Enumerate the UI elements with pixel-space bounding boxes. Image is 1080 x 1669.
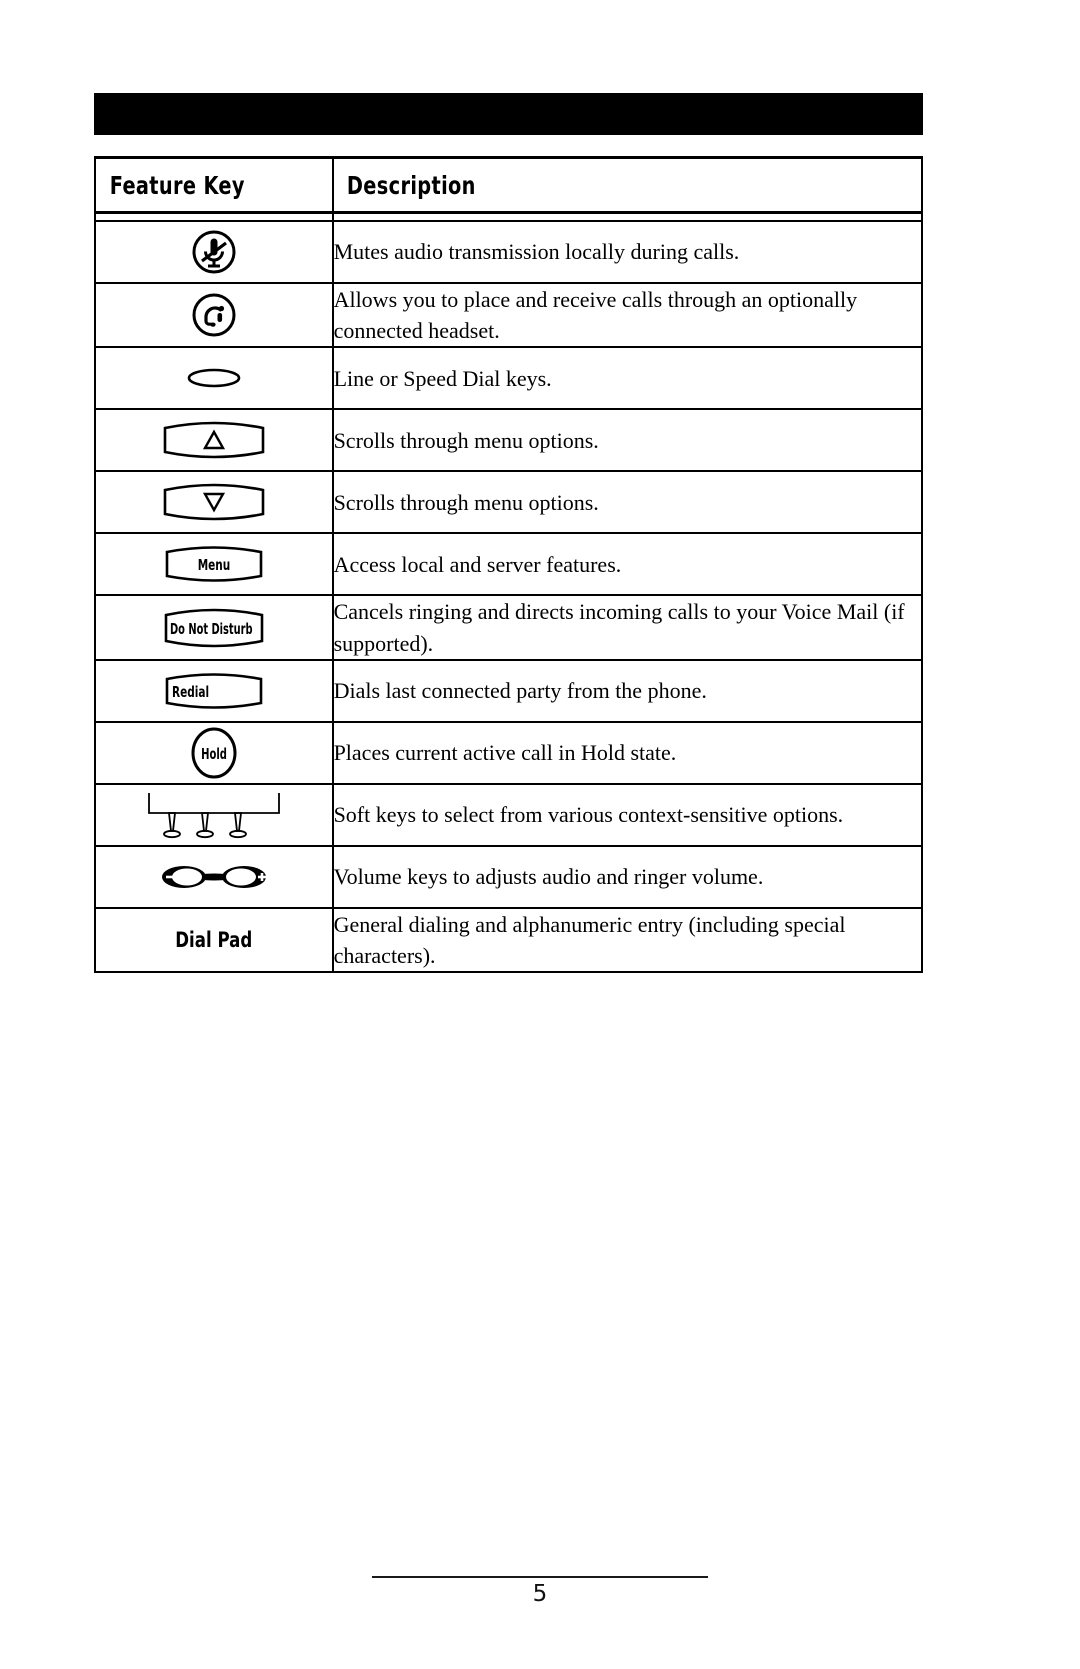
- description-cell: Access local and server features.: [331, 532, 924, 597]
- headset-icon: [96, 291, 332, 339]
- table-row: Menu Access local and server features.: [94, 532, 924, 597]
- table-row: Dial Pad General dialing and alphanumeri…: [94, 906, 924, 974]
- description-cell: Scrolls through menu options.: [331, 470, 924, 535]
- table-row: Scrolls through menu options.: [94, 408, 924, 473]
- description-cell: Line or Speed Dial keys.: [331, 346, 924, 411]
- feature-key-cell: Menu: [94, 532, 334, 597]
- description-cell: Allows you to place and receive calls th…: [331, 281, 924, 349]
- description-cell: Soft keys to select from various context…: [331, 782, 924, 847]
- chapter-header-bar: [94, 93, 923, 135]
- page-number: 5: [532, 1581, 548, 1607]
- table-row: Redial Dials last connected party from t…: [94, 658, 924, 723]
- hold-key-label: Hold: [201, 746, 227, 763]
- feature-key-cell: Redial: [94, 658, 334, 723]
- table-row: Line or Speed Dial keys.: [94, 346, 924, 411]
- feature-key-cell: [94, 220, 334, 284]
- description-cell: Mutes audio transmission locally during …: [331, 220, 924, 284]
- description-cell: Dials last connected party from the phon…: [331, 658, 924, 723]
- column-header-feature-key: Feature Key: [94, 156, 334, 214]
- do-not-disturb-key-label: Do Not Disturb: [170, 621, 253, 638]
- menu-key-icon: Menu: [96, 543, 332, 585]
- mute-icon: [96, 228, 332, 276]
- line-key-icon: [96, 363, 332, 393]
- feature-key-cell: [94, 470, 334, 535]
- feature-key-cell: [94, 346, 334, 411]
- description-cell: General dialing and alphanumeric entry (…: [331, 906, 924, 974]
- table-row: Scrolls through menu options.: [94, 470, 924, 535]
- do-not-disturb-key-icon: Do Not Disturb: [96, 605, 332, 651]
- table-row: Soft keys to select from various context…: [94, 782, 924, 847]
- volume-keys-icon: [96, 857, 332, 897]
- scroll-down-key-icon: [96, 480, 332, 524]
- page-footer: 5: [0, 1576, 1080, 1607]
- table-row: Do Not Disturb Cancels ringing and direc…: [94, 594, 924, 661]
- header-separator-cell-right: [331, 212, 924, 222]
- feature-key-cell: [94, 844, 334, 909]
- description-cell: Volume keys to adjusts audio and ringer …: [331, 844, 924, 909]
- column-header-description: Description: [331, 156, 924, 214]
- redial-key-label: Redial: [172, 685, 209, 702]
- table-row: Hold Places current active call in Hold …: [94, 720, 924, 785]
- header-separator-row: [94, 212, 924, 222]
- description-cell: Places current active call in Hold state…: [331, 720, 924, 785]
- feature-key-cell: Hold: [94, 720, 334, 785]
- dial-pad-key-label: Dial Pad: [175, 928, 253, 953]
- document-page: Feature Key Description Mutes audio tran…: [0, 0, 1080, 1669]
- table-row: Mutes audio transmission locally during …: [94, 220, 924, 284]
- footer-divider: [372, 1576, 708, 1578]
- description-cell: Scrolls through menu options.: [331, 408, 924, 473]
- feature-key-cell: Do Not Disturb: [94, 594, 334, 661]
- redial-key-icon: Redial: [96, 670, 332, 712]
- column-header-feature-key-label: Feature Key: [109, 170, 245, 200]
- feature-key-table: Feature Key Description Mutes audio tran…: [94, 156, 924, 974]
- soft-keys-icon: [96, 787, 332, 843]
- table-row: Allows you to place and receive calls th…: [94, 281, 924, 349]
- hold-key-icon: Hold: [96, 724, 332, 782]
- feature-key-cell: [94, 408, 334, 473]
- feature-key-cell: Dial Pad: [94, 906, 334, 974]
- table-row: Volume keys to adjusts audio and ringer …: [94, 844, 924, 909]
- header-separator-cell-left: [94, 212, 334, 222]
- table-header-row: Feature Key Description: [94, 156, 924, 214]
- description-cell: Cancels ringing and directs incoming cal…: [331, 594, 924, 661]
- column-header-description-label: Description: [346, 170, 476, 200]
- feature-key-cell: [94, 782, 334, 847]
- menu-key-label: Menu: [197, 558, 230, 575]
- scroll-up-key-icon: [96, 418, 332, 462]
- feature-key-cell: [94, 281, 334, 349]
